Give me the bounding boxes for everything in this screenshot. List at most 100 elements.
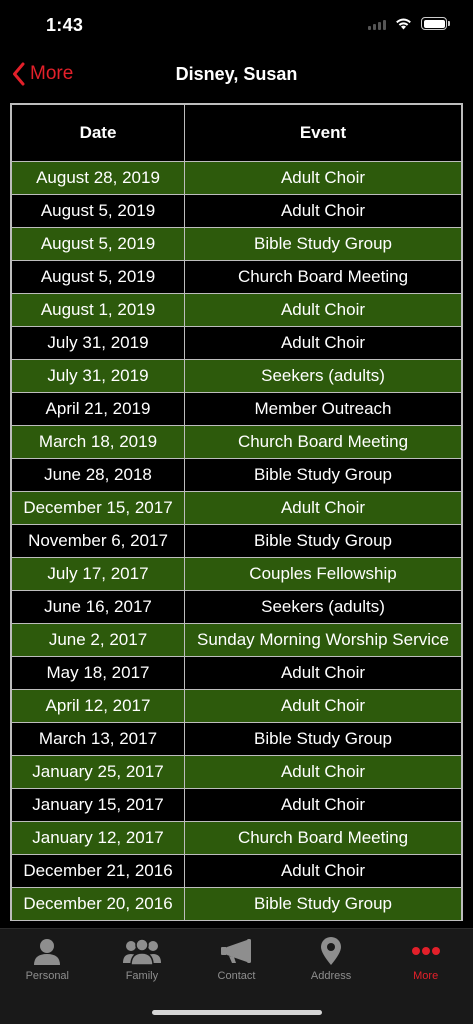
- table-row[interactable]: August 5, 2019 Bible Study Group: [11, 227, 462, 261]
- row-event: Couples Fellowship: [184, 557, 462, 591]
- row-date: December 15, 2017: [11, 491, 185, 525]
- table-row[interactable]: April 12, 2017 Adult Choir: [11, 689, 462, 723]
- table-row[interactable]: November 6, 2017 Bible Study Group: [11, 524, 462, 558]
- family-icon: [122, 938, 161, 965]
- status-bar: 1:43: [0, 0, 473, 50]
- row-event: Adult Choir: [184, 854, 462, 888]
- row-event: Church Board Meeting: [184, 260, 462, 294]
- row-event: Bible Study Group: [184, 722, 462, 756]
- table-row[interactable]: August 5, 2019 Adult Choir: [11, 194, 462, 228]
- table-header-row: Date Event: [11, 104, 462, 162]
- location-pin-icon: [321, 937, 342, 965]
- column-header-event: Event: [184, 104, 462, 162]
- table-row[interactable]: June 2, 2017 Sunday Morning Worship Servi…: [11, 623, 462, 657]
- row-date: May 18, 2017: [11, 656, 185, 690]
- table-row[interactable]: March 18, 2019 Church Board Meeting: [11, 425, 462, 459]
- tab-personal[interactable]: Personal: [0, 929, 95, 989]
- table-row[interactable]: August 1, 2019 Adult Choir: [11, 293, 462, 327]
- home-indicator[interactable]: [152, 1010, 322, 1015]
- cellular-signal-icon: [368, 18, 386, 30]
- row-date: August 5, 2019: [11, 194, 185, 228]
- table-row[interactable]: August 5, 2019 Church Board Meeting: [11, 260, 462, 294]
- row-event: Church Board Meeting: [184, 821, 462, 855]
- row-event: Adult Choir: [184, 326, 462, 360]
- row-event: Adult Choir: [184, 755, 462, 789]
- tab-address-label: Address: [310, 970, 352, 982]
- row-event: Bible Study Group: [184, 524, 462, 558]
- attendance-table: Date Event August 28, 2019 Adult Choir Aug…: [11, 104, 462, 921]
- row-date: August 1, 2019: [11, 293, 185, 327]
- table-row[interactable]: August 28, 2019 Adult Choir: [11, 161, 462, 195]
- row-date: January 12, 2017: [11, 821, 185, 855]
- status-time: 1:43: [46, 15, 84, 35]
- more-dots-icon: [411, 947, 440, 955]
- row-date: April 21, 2019: [11, 392, 185, 426]
- row-date: March 18, 2019: [11, 425, 185, 459]
- row-date: November 6, 2017: [11, 524, 185, 558]
- table-body: August 28, 2019 Adult Choir August 5, 2019…: [11, 161, 462, 921]
- row-date: January 25, 2017: [11, 755, 185, 789]
- row-event: Adult Choir: [184, 161, 462, 195]
- row-event: Church Board Meeting: [184, 425, 462, 459]
- row-event: Bible Study Group: [184, 458, 462, 492]
- row-event: Adult Choir: [184, 788, 462, 822]
- table-row[interactable]: July 31, 2019 Seekers (adults): [11, 359, 462, 393]
- table-row[interactable]: January 15, 2017 Adult Choir: [11, 788, 462, 822]
- row-date: August 5, 2019: [11, 260, 185, 294]
- row-event: Adult Choir: [184, 656, 462, 690]
- row-date: December 21, 2016: [11, 854, 185, 888]
- row-date: April 12, 2017: [11, 689, 185, 723]
- tab-family-label: Family: [125, 970, 159, 982]
- table-row[interactable]: January 25, 2017 Adult Choir: [11, 755, 462, 789]
- attendance-table-container[interactable]: Date Event August 28, 2019 Adult Choir Aug…: [10, 103, 463, 921]
- megaphone-icon: [221, 939, 252, 963]
- wifi-icon: [396, 18, 411, 30]
- tab-bar: Personal Family Contact Address More: [0, 928, 473, 1024]
- row-date: June 28, 2018: [11, 458, 185, 492]
- row-date: August 28, 2019: [11, 161, 185, 195]
- battery-icon: [421, 17, 450, 30]
- row-date: March 13, 2017: [11, 722, 185, 756]
- tab-family[interactable]: Family: [95, 929, 190, 989]
- table-row[interactable]: December 21, 2016 Adult Choir: [11, 854, 462, 888]
- table-row[interactable]: January 12, 2017 Church Board Meeting: [11, 821, 462, 855]
- row-event: Seekers (adults): [184, 590, 462, 624]
- row-event: Bible Study Group: [184, 227, 462, 261]
- row-event: Sunday Morning Worship Service: [184, 623, 462, 657]
- person-icon: [34, 939, 61, 965]
- table-row[interactable]: June 16, 2017 Seekers (adults): [11, 590, 462, 624]
- row-event: Adult Choir: [184, 293, 462, 327]
- column-header-date: Date: [11, 104, 185, 162]
- tab-personal-label: Personal: [25, 970, 69, 982]
- row-event: Member Outreach: [184, 392, 462, 426]
- row-date: July 17, 2017: [11, 557, 185, 591]
- row-event: Bible Study Group: [184, 887, 462, 921]
- row-event: Adult Choir: [184, 491, 462, 525]
- row-date: July 31, 2019: [11, 326, 185, 360]
- tab-more[interactable]: More: [378, 929, 473, 989]
- table-row[interactable]: July 31, 2019 Adult Choir: [11, 326, 462, 360]
- status-icons: [368, 17, 450, 30]
- table-row[interactable]: March 13, 2017 Bible Study Group: [11, 722, 462, 756]
- row-event: Adult Choir: [184, 194, 462, 228]
- page-title: Disney, Susan: [175, 64, 298, 84]
- table-row[interactable]: May 18, 2017 Adult Choir: [11, 656, 462, 690]
- tab-more-label: More: [413, 970, 439, 982]
- tab-contact[interactable]: Contact: [189, 929, 284, 989]
- navigation-bar: More Disney, Susan: [0, 50, 473, 102]
- table-row[interactable]: June 28, 2018 Bible Study Group: [11, 458, 462, 492]
- row-date: June 2, 2017: [11, 623, 185, 657]
- tab-contact-label: Contact: [217, 970, 256, 982]
- table-row[interactable]: April 21, 2019 Member Outreach: [11, 392, 462, 426]
- row-date: June 16, 2017: [11, 590, 185, 624]
- row-date: August 5, 2019: [11, 227, 185, 261]
- row-date: January 15, 2017: [11, 788, 185, 822]
- row-date: July 31, 2019: [11, 359, 185, 393]
- row-date: December 20, 2016: [11, 887, 185, 921]
- table-row[interactable]: December 20, 2016 Bible Study Group: [11, 887, 462, 921]
- tab-address[interactable]: Address: [284, 929, 379, 989]
- table-row[interactable]: December 15, 2017 Adult Choir: [11, 491, 462, 525]
- row-event: Adult Choir: [184, 689, 462, 723]
- table-row[interactable]: July 17, 2017 Couples Fellowship: [11, 557, 462, 591]
- row-event: Seekers (adults): [184, 359, 462, 393]
